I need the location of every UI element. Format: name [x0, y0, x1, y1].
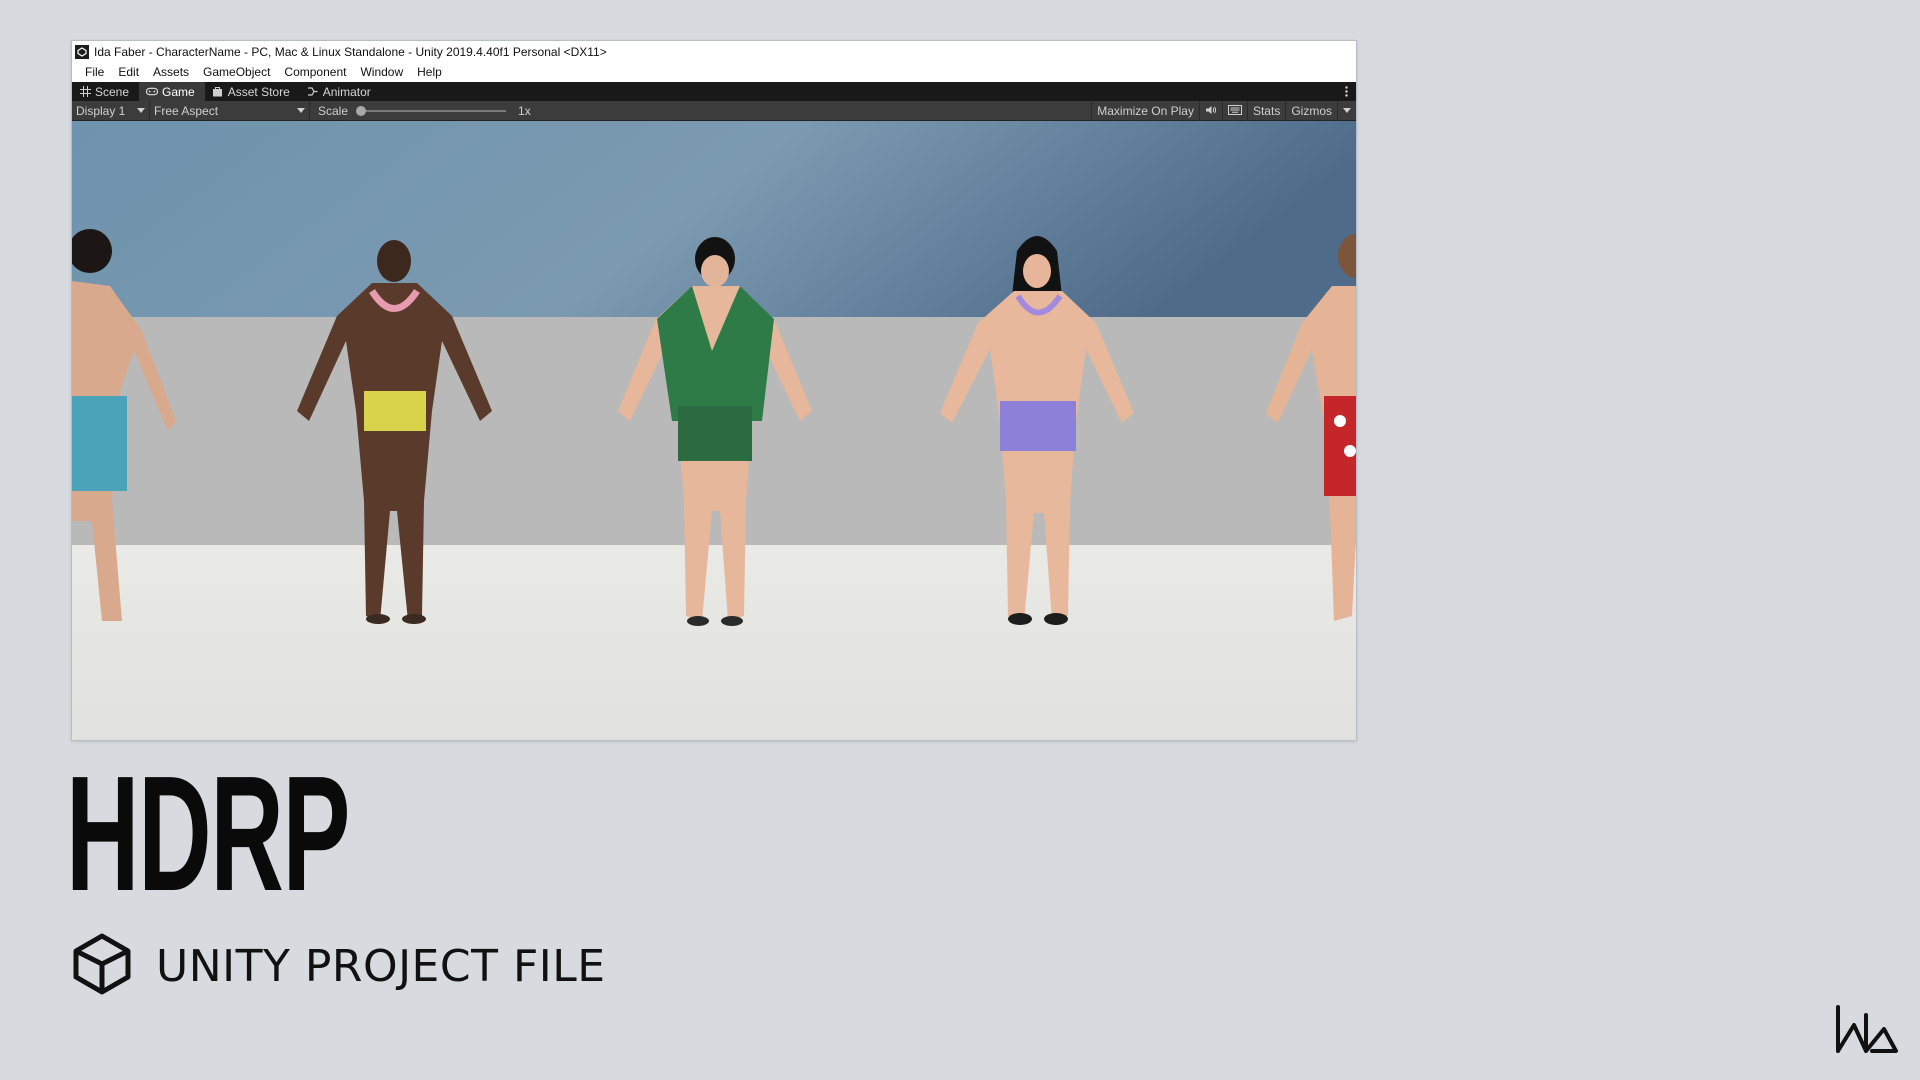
scale-slider-handle[interactable]	[356, 105, 367, 116]
tab-animator[interactable]: Animator	[300, 82, 381, 101]
menu-assets[interactable]: Assets	[146, 65, 196, 79]
chevron-down-icon	[1343, 108, 1351, 113]
window-title: Ida Faber - CharacterName - PC, Mac & Li…	[94, 44, 607, 59]
menu-gameobject[interactable]: GameObject	[196, 65, 277, 79]
maximize-on-play-button[interactable]: Maximize On Play	[1091, 100, 1199, 121]
display-dropdown-value: Display 1	[76, 103, 126, 118]
scale-value: 1x	[518, 103, 531, 118]
mute-audio-button[interactable]	[1198, 100, 1222, 121]
unity-logo-icon	[70, 932, 134, 1001]
gizmos-dropdown[interactable]	[1337, 100, 1356, 121]
unity-editor-window: Ida Faber - CharacterName - PC, Mac & Li…	[71, 40, 1357, 741]
menu-edit[interactable]: Edit	[111, 65, 146, 79]
speaker-icon	[1205, 104, 1217, 118]
maximize-on-play-label: Maximize On Play	[1097, 103, 1194, 118]
grid-icon	[79, 86, 91, 98]
unity-project-label: UNITY PROJECT FILE	[70, 932, 606, 1001]
gizmos-label: Gizmos	[1291, 103, 1332, 118]
scale-slider[interactable]	[356, 105, 507, 116]
tab-game[interactable]: Game	[139, 82, 205, 101]
aspect-dropdown-value: Free Aspect	[154, 103, 219, 118]
keyboard-icon	[1227, 104, 1242, 118]
aspect-dropdown[interactable]: Free Aspect	[150, 100, 310, 121]
tab-asset-store[interactable]: Asset Store	[205, 82, 300, 101]
unity-project-subtitle: UNITY PROJECT FILE	[156, 941, 606, 992]
menu-window[interactable]: Window	[353, 65, 410, 79]
scale-control: Scale 1x	[310, 104, 531, 118]
scale-label: Scale	[318, 103, 349, 118]
toolbar-right-group: Maximize On Play Stats Gizmos	[1091, 100, 1356, 121]
stats-button[interactable]: Stats	[1246, 100, 1285, 121]
chevron-down-icon	[297, 108, 305, 113]
kebab-menu-icon[interactable]	[1345, 82, 1348, 101]
game-view-toolbar: Display 1 Free Aspect Scale 1x Maximize …	[72, 100, 1356, 121]
menu-help[interactable]: Help	[410, 65, 449, 79]
tab-game-label: Game	[162, 84, 195, 99]
hdrp-headline: HDRP	[66, 742, 350, 925]
game-render-image	[72, 121, 1356, 740]
editor-tab-bar: Scene Game Asset Store Animator	[72, 82, 1356, 101]
unity-app-icon	[75, 44, 89, 59]
display-dropdown[interactable]: Display 1	[72, 100, 150, 121]
animator-icon	[307, 86, 319, 98]
game-viewport[interactable]	[72, 121, 1356, 740]
chevron-down-icon	[137, 108, 145, 113]
gamepad-icon	[146, 86, 159, 98]
tab-scene-label: Scene	[95, 84, 130, 99]
gizmos-button[interactable]: Gizmos	[1285, 100, 1337, 121]
menu-bar: File Edit Assets GameObject Component Wi…	[72, 62, 1356, 82]
tab-animator-label: Animator	[322, 84, 371, 99]
keyboard-shortcuts-button[interactable]	[1221, 100, 1247, 121]
bag-icon	[212, 86, 224, 98]
tab-asset-store-label: Asset Store	[227, 84, 290, 99]
tab-scene[interactable]: Scene	[72, 82, 139, 101]
title-bar: Ida Faber - CharacterName - PC, Mac & Li…	[72, 41, 1356, 62]
brand-logo	[1832, 1003, 1900, 1060]
menu-file[interactable]: File	[78, 65, 111, 79]
menu-component[interactable]: Component	[277, 65, 353, 79]
stats-label: Stats	[1252, 103, 1281, 118]
